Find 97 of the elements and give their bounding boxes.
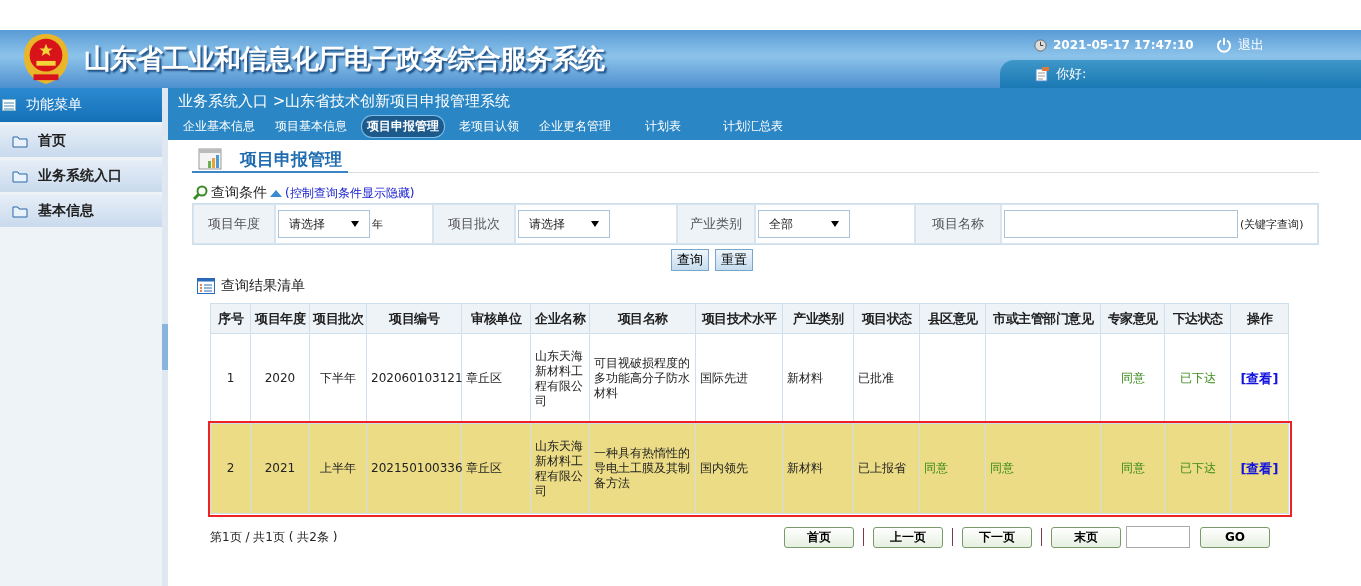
table-cell: 新材料 (787, 371, 823, 385)
magnifier-icon (192, 185, 208, 201)
column-header: 下达状态 (1164, 303, 1231, 334)
sidebar-item[interactable]: 首页 (0, 125, 162, 157)
table-cell: 1 (226, 371, 235, 385)
nav-tab[interactable]: 企业更名管理 (534, 116, 616, 137)
caret-icon (591, 221, 599, 227)
table-cell: 2020 (264, 371, 296, 385)
notepad-icon (1034, 66, 1050, 82)
view-link[interactable]: [查看] (1240, 460, 1279, 476)
go-button[interactable]: GO (1200, 526, 1270, 548)
clock-icon (1034, 38, 1047, 52)
column-header: 市或主管部门意见 (985, 303, 1101, 334)
dropdown[interactable]: 请选择 (278, 210, 370, 238)
section-title: 查询条件 (211, 184, 267, 202)
table-cell: 国内领先 (700, 461, 748, 475)
toggle-link[interactable]: (控制查询条件显示隐藏) (285, 184, 415, 202)
caret-icon (351, 221, 359, 227)
column-header: 序号 (210, 303, 251, 334)
pager-button[interactable]: 末页 (1051, 526, 1121, 548)
dropdown[interactable]: 全部 (758, 210, 850, 238)
filter-label: 产业类别 (677, 204, 755, 244)
column-header: 审核单位 (461, 303, 531, 334)
table-cell: 新材料 (787, 461, 823, 475)
column-header: 项目状态 (853, 303, 920, 334)
table-cell: 国际先进 (700, 371, 748, 385)
table-cell: 已下达 (1179, 461, 1216, 475)
nav-tab[interactable]: 计划汇总表 (718, 116, 788, 137)
folder-icon (12, 204, 28, 218)
table-cell: 已批准 (858, 371, 894, 385)
filter-label: 项目名称 (915, 204, 1001, 244)
column-header: 县区意见 (919, 303, 986, 334)
section-title: 查询结果清单 (221, 277, 305, 295)
column-header: 项目编号 (366, 303, 462, 334)
list-icon (197, 278, 215, 294)
triangle-icon[interactable] (270, 189, 282, 197)
system-title: 山东省工业和信息化厅电子政务综合服务系统 (84, 42, 604, 76)
table-cell: 2 (226, 461, 235, 475)
query-button[interactable]: 查询 (670, 249, 709, 271)
filter-label: 项目批次 (433, 204, 515, 244)
dropdown[interactable]: 请选择 (518, 210, 610, 238)
page-info: 第1页 / 共1页 ( 共2条 ) (210, 528, 338, 546)
nav-tab[interactable]: 项目基本信息 (270, 116, 352, 137)
column-header: 专家意见 (1100, 303, 1165, 334)
emblem-logo (22, 32, 70, 86)
table-cell: 同意 (990, 461, 1014, 475)
table-cell: 山东天海新材料工程有限公司 (535, 438, 583, 498)
column-header: 操作 (1230, 303, 1289, 334)
table-cell: 上半年 (320, 461, 356, 475)
pager-button[interactable]: 下一页 (962, 526, 1032, 548)
column-header: 产业类别 (782, 303, 854, 334)
field-hint: (关键字查询) (1240, 216, 1304, 232)
table-cell: 一种具有热惰性的导电土工膜及其制备方法 (594, 446, 690, 490)
menu-icon (2, 99, 16, 111)
report-icon (198, 148, 224, 170)
table-cell: 202150100336 (371, 461, 463, 475)
table-cell: 2021 (264, 461, 296, 475)
pager-button[interactable]: 首页 (784, 526, 854, 548)
table-cell: 202060103121 (371, 371, 463, 385)
nav-tab[interactable]: 老项目认领 (454, 116, 524, 137)
table-cell: 同意 (924, 461, 948, 475)
breadcrumb: 业务系统入口 >山东省技术创新项目申报管理系统 (178, 91, 512, 112)
caret-icon (831, 221, 839, 227)
column-header: 项目年度 (250, 303, 310, 334)
table-cell: 已上报省 (858, 461, 906, 475)
sidebar-title: 功能菜单 (0, 88, 162, 122)
nav-tab[interactable]: 计划表 (640, 116, 686, 137)
column-header: 项目名称 (589, 303, 696, 334)
input-field[interactable] (1004, 210, 1238, 238)
table-cell: 下半年 (320, 371, 356, 385)
field-hint: 年 (372, 216, 383, 232)
table-cell: 山东天海新材料工程有限公司 (535, 348, 583, 408)
page-title: 项目申报管理 (240, 147, 342, 171)
datetime: 2021-05-17 17:47:10 (1053, 38, 1194, 52)
table-cell: 同意 (1120, 371, 1145, 385)
column-header: 项目技术水平 (695, 303, 783, 334)
collapse-handle[interactable] (162, 324, 168, 370)
folder-icon (12, 134, 28, 148)
table-cell: 章丘区 (466, 371, 502, 385)
sidebar-item[interactable]: 业务系统入口 (0, 160, 162, 192)
folder-icon (12, 169, 28, 183)
pager-button[interactable]: 上一页 (873, 526, 943, 548)
greeting: 你好: (1056, 65, 1087, 83)
nav-tab[interactable]: 项目申报管理 (362, 116, 444, 137)
power-icon[interactable] (1215, 37, 1232, 53)
table-cell: 同意 (1120, 461, 1145, 475)
table-cell: 已下达 (1179, 371, 1216, 385)
view-link[interactable]: [查看] (1240, 370, 1279, 386)
filter-label: 项目年度 (193, 204, 275, 244)
column-header: 项目批次 (309, 303, 367, 334)
query-button[interactable]: 重置 (714, 249, 753, 271)
table-cell: 可目视破损程度的多功能高分子防水材料 (594, 356, 690, 400)
nav-tab[interactable]: 企业基本信息 (178, 116, 260, 137)
page-input[interactable] (1126, 526, 1190, 548)
sidebar-item[interactable]: 基本信息 (0, 195, 162, 227)
table-cell: 章丘区 (466, 461, 502, 475)
column-header: 企业名称 (530, 303, 590, 334)
